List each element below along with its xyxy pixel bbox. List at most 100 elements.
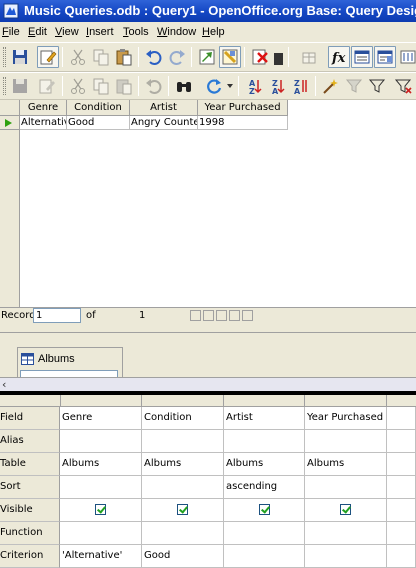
cell-artist[interactable]: Angry Counter: [130, 116, 198, 130]
toolbar-grip[interactable]: [3, 47, 6, 67]
autofilter-icon[interactable]: [320, 75, 342, 97]
function-cell[interactable]: [60, 522, 142, 545]
refresh-dropdown-arrow-icon[interactable]: [227, 84, 233, 88]
function-cell[interactable]: [224, 522, 305, 545]
alias-cell[interactable]: [224, 430, 305, 453]
previous-record-button[interactable]: [203, 310, 214, 321]
field-cell[interactable]: Genre: [60, 407, 142, 430]
distinct-icon[interactable]: [397, 46, 416, 68]
field-cell[interactable]: Artist: [224, 407, 305, 430]
column-header-year-purchased[interactable]: Year Purchased: [198, 100, 288, 116]
dropdown-arrow-icon[interactable]: [274, 53, 283, 65]
functions-icon[interactable]: fx: [328, 46, 350, 68]
criterion-cell-empty[interactable]: [387, 545, 416, 568]
menu-tools[interactable]: Tools: [123, 22, 149, 42]
save-icon[interactable]: [9, 46, 31, 68]
field-cell-empty[interactable]: [387, 407, 416, 430]
alias-cell[interactable]: [60, 430, 142, 453]
table-cell[interactable]: Albums: [224, 453, 305, 476]
next-record-button[interactable]: [216, 310, 227, 321]
grid-corner[interactable]: [0, 100, 20, 116]
cell-genre[interactable]: Alternative: [20, 116, 67, 130]
menu-edit[interactable]: Edit: [28, 22, 47, 42]
menu-help[interactable]: Help: [202, 22, 225, 42]
alias-cell[interactable]: [305, 430, 387, 453]
menu-view[interactable]: View: [55, 22, 79, 42]
add-table-icon[interactable]: [298, 46, 320, 68]
function-cell[interactable]: [142, 522, 224, 545]
edit-data-icon[interactable]: [36, 75, 58, 97]
standard-filter-icon[interactable]: [366, 75, 388, 97]
edit-icon[interactable]: [37, 46, 59, 68]
menu-file[interactable]: File: [2, 22, 20, 42]
alias-cell-empty[interactable]: [387, 430, 416, 453]
redo-icon[interactable]: [166, 46, 188, 68]
menu-insert[interactable]: Insert: [86, 22, 114, 42]
criterion-cell[interactable]: 'Alternative': [60, 545, 142, 568]
clear-icon[interactable]: [249, 46, 271, 68]
table-cell-empty[interactable]: [387, 453, 416, 476]
visible-checkbox[interactable]: [177, 504, 188, 515]
column-header-genre[interactable]: Genre: [20, 100, 67, 116]
criterion-cell[interactable]: Good: [142, 545, 224, 568]
table-cell[interactable]: Albums: [305, 453, 387, 476]
svg-text:A: A: [294, 87, 301, 95]
pane-splitter[interactable]: [0, 323, 416, 333]
column-header-artist[interactable]: Artist: [130, 100, 198, 116]
sort-cell[interactable]: [60, 476, 142, 499]
field-cell[interactable]: Year Purchased: [305, 407, 387, 430]
remove-filter-icon[interactable]: [392, 75, 414, 97]
cut-icon[interactable]: [67, 75, 89, 97]
paste-icon[interactable]: [113, 46, 135, 68]
save-record-icon[interactable]: [9, 75, 31, 97]
sort-ascending-icon[interactable]: AZ: [244, 75, 266, 97]
alias-cell[interactable]: [142, 430, 224, 453]
table-cell[interactable]: Albums: [60, 453, 142, 476]
cell-condition[interactable]: Good: [67, 116, 130, 130]
sort-icon[interactable]: ZA: [290, 75, 312, 97]
switch-design-icon[interactable]: [219, 46, 241, 68]
sort-descending-icon[interactable]: ZA: [267, 75, 289, 97]
visible-checkbox[interactable]: [259, 504, 270, 515]
cell-year-purchased[interactable]: 1998: [198, 116, 288, 130]
copy-icon[interactable]: [90, 75, 112, 97]
criterion-cell[interactable]: [224, 545, 305, 568]
function-cell[interactable]: [305, 522, 387, 545]
cut-icon[interactable]: [67, 46, 89, 68]
sort-cell[interactable]: [305, 476, 387, 499]
sort-cell[interactable]: [142, 476, 224, 499]
undo-icon[interactable]: [143, 46, 165, 68]
filter-icon[interactable]: [343, 75, 365, 97]
record-number-input[interactable]: 1: [33, 308, 81, 323]
table-window-albums[interactable]: Albums: [17, 347, 123, 381]
refresh-icon[interactable]: [203, 75, 225, 97]
last-record-button[interactable]: [229, 310, 240, 321]
visible-cell-empty[interactable]: [387, 499, 416, 522]
sort-cell-empty[interactable]: [387, 476, 416, 499]
alias-icon[interactable]: [374, 46, 396, 68]
find-icon[interactable]: [173, 75, 195, 97]
criterion-cell[interactable]: [305, 545, 387, 568]
visible-checkbox[interactable]: [95, 504, 106, 515]
function-cell-empty[interactable]: [387, 522, 416, 545]
menu-window[interactable]: Window: [157, 22, 196, 42]
horizontal-scrollbar[interactable]: ‹: [0, 377, 416, 391]
toolbar-grip[interactable]: [3, 77, 6, 95]
sort-cell[interactable]: ascending: [224, 476, 305, 499]
scroll-left-icon[interactable]: ‹: [2, 378, 6, 391]
paste-icon[interactable]: [113, 75, 135, 97]
visible-cell: [224, 499, 305, 522]
svg-text:fx: fx: [331, 51, 346, 66]
row-label-function: Function: [0, 522, 60, 545]
field-cell[interactable]: Condition: [142, 407, 224, 430]
visible-checkbox[interactable]: [340, 504, 351, 515]
copy-icon[interactable]: [90, 46, 112, 68]
first-record-button[interactable]: [190, 310, 201, 321]
undo-icon[interactable]: [143, 75, 165, 97]
run-query-icon[interactable]: [196, 46, 218, 68]
table-cell[interactable]: Albums: [142, 453, 224, 476]
table-name-icon[interactable]: [351, 46, 373, 68]
visible-cell: [305, 499, 387, 522]
new-record-button[interactable]: [242, 310, 253, 321]
column-header-condition[interactable]: Condition: [67, 100, 130, 116]
